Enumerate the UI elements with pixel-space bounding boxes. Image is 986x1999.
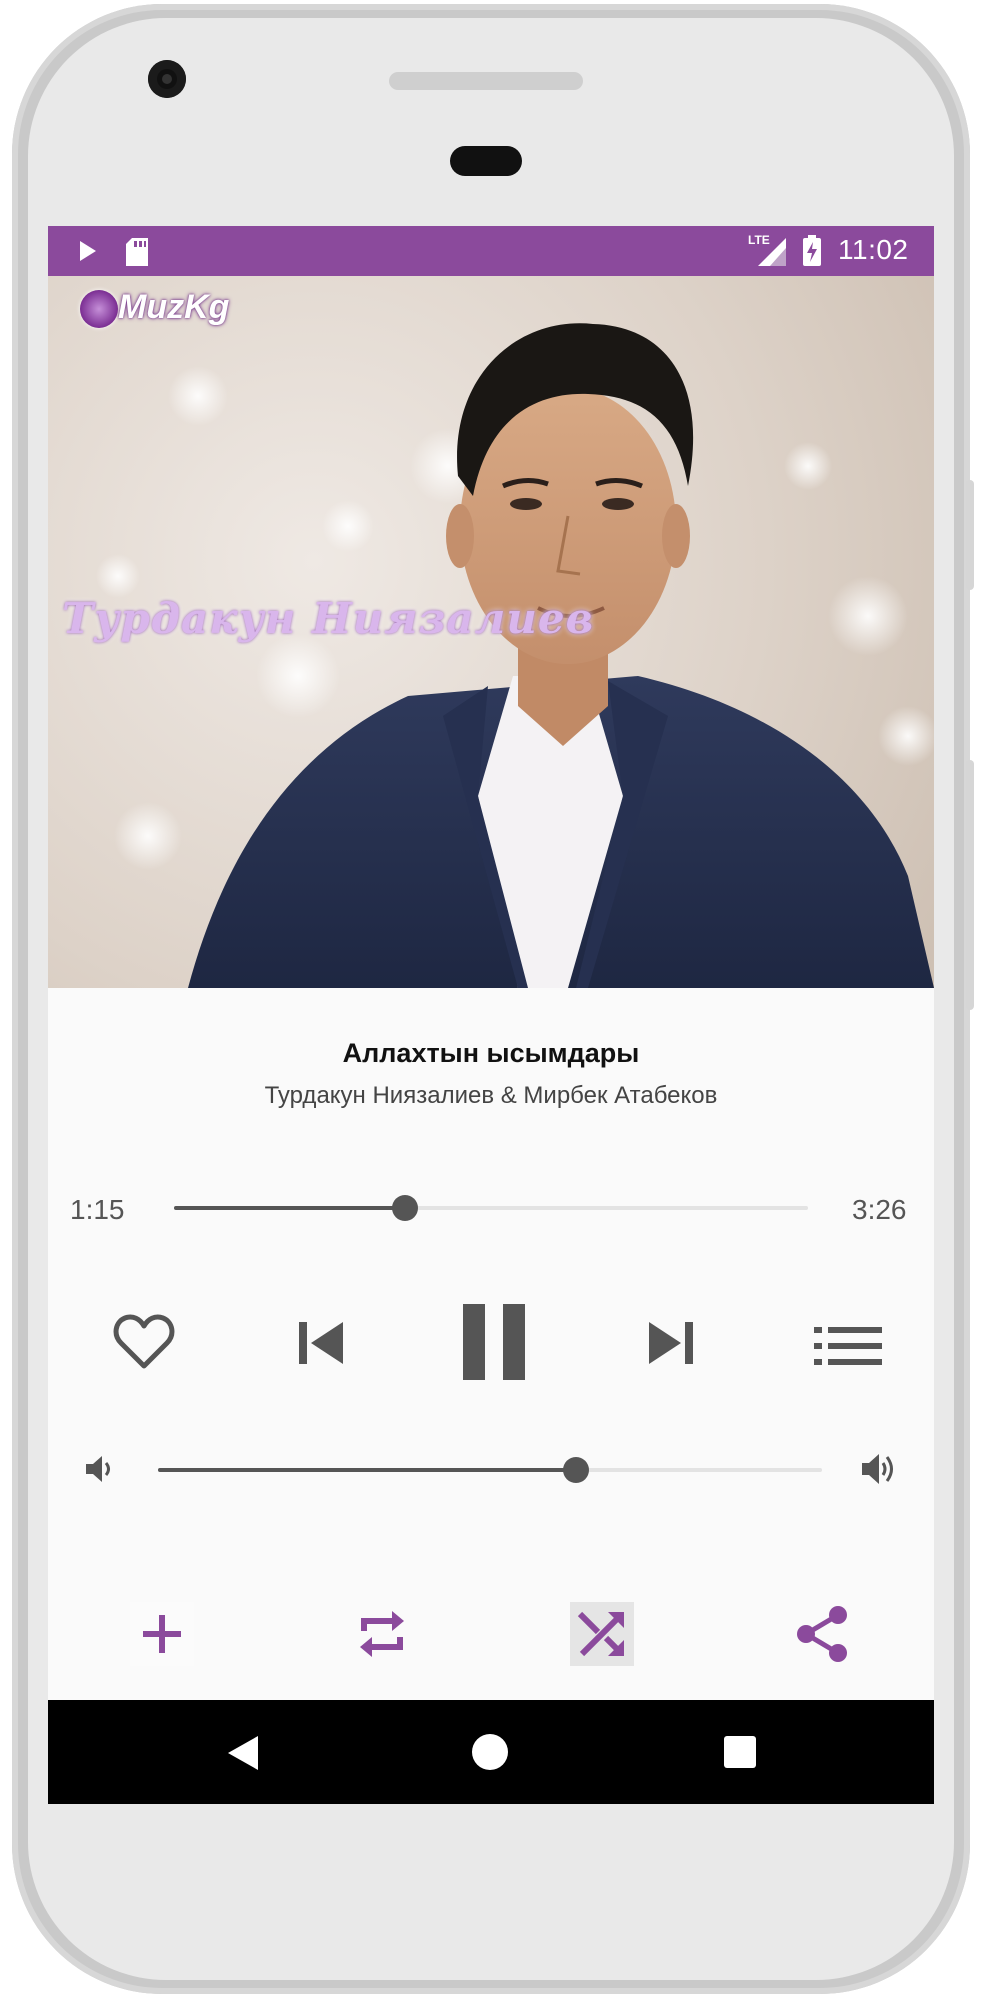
status-bar: LTE 11:02: [48, 226, 934, 276]
volume-thumb[interactable]: [563, 1457, 590, 1483]
volume-fill: [158, 1468, 577, 1472]
screen: LTE 11:02 MuzKg Турдакун Ниязалиев Аллах…: [48, 226, 934, 1804]
album-art-caption: Турдакун Ниязалиев: [62, 594, 595, 643]
repeat-button[interactable]: [350, 1602, 414, 1666]
share-button[interactable]: [790, 1602, 854, 1666]
play-icon: [80, 241, 96, 261]
track-title: Аллахтын ысымдары: [342, 1038, 640, 1068]
queue-button[interactable]: [810, 1316, 886, 1376]
skip-next-icon: [649, 1322, 693, 1364]
album-logo-text: MuzKg: [118, 288, 230, 326]
total-time: 3:26: [852, 1194, 907, 1225]
favorite-button[interactable]: [104, 1302, 184, 1382]
progress-thumb[interactable]: [391, 1195, 418, 1221]
elapsed-time: 1:15: [70, 1194, 125, 1225]
heart-icon: [113, 1314, 175, 1369]
volume-button: [966, 480, 974, 590]
power-button: [966, 760, 974, 1010]
muzkg-logo-icon: [80, 290, 118, 328]
pause-icon: [463, 1304, 525, 1380]
front-camera: [148, 60, 186, 98]
status-time: 11:02: [838, 234, 909, 265]
progress-fill: [174, 1206, 405, 1210]
shuffle-button[interactable]: [570, 1602, 634, 1666]
skip-next-button[interactable]: [636, 1308, 706, 1378]
volume-low-icon: [86, 1456, 110, 1482]
back-icon[interactable]: [226, 1734, 260, 1772]
skip-previous-button[interactable]: [286, 1308, 356, 1378]
shuffle-icon: [577, 1611, 624, 1657]
add-icon: [143, 1615, 181, 1653]
network-type-label: LTE: [748, 233, 770, 247]
volume-slider[interactable]: [158, 1457, 822, 1483]
add-to-playlist-button[interactable]: [130, 1602, 194, 1666]
queue-list-icon: [814, 1327, 882, 1365]
progress-seekbar[interactable]: [174, 1195, 808, 1221]
skip-previous-icon: [299, 1322, 343, 1364]
album-art: MuzKg Турдакун Ниязалиев: [48, 276, 934, 988]
home-icon[interactable]: [472, 1734, 508, 1770]
pause-button[interactable]: [454, 1296, 534, 1388]
battery-charging-icon: [803, 235, 821, 266]
sd-card-icon: [126, 238, 148, 266]
repeat-icon: [360, 1611, 404, 1657]
top-speaker-grille: [389, 72, 583, 90]
recent-apps-icon[interactable]: [724, 1736, 756, 1768]
system-navigation-bar: [48, 1700, 934, 1804]
volume-high-icon: [862, 1454, 893, 1484]
share-icon: [797, 1606, 847, 1662]
track-artist: Турдакун Ниязалиев & Мирбек Атабеков: [264, 1082, 718, 1109]
earpiece: [450, 146, 522, 176]
